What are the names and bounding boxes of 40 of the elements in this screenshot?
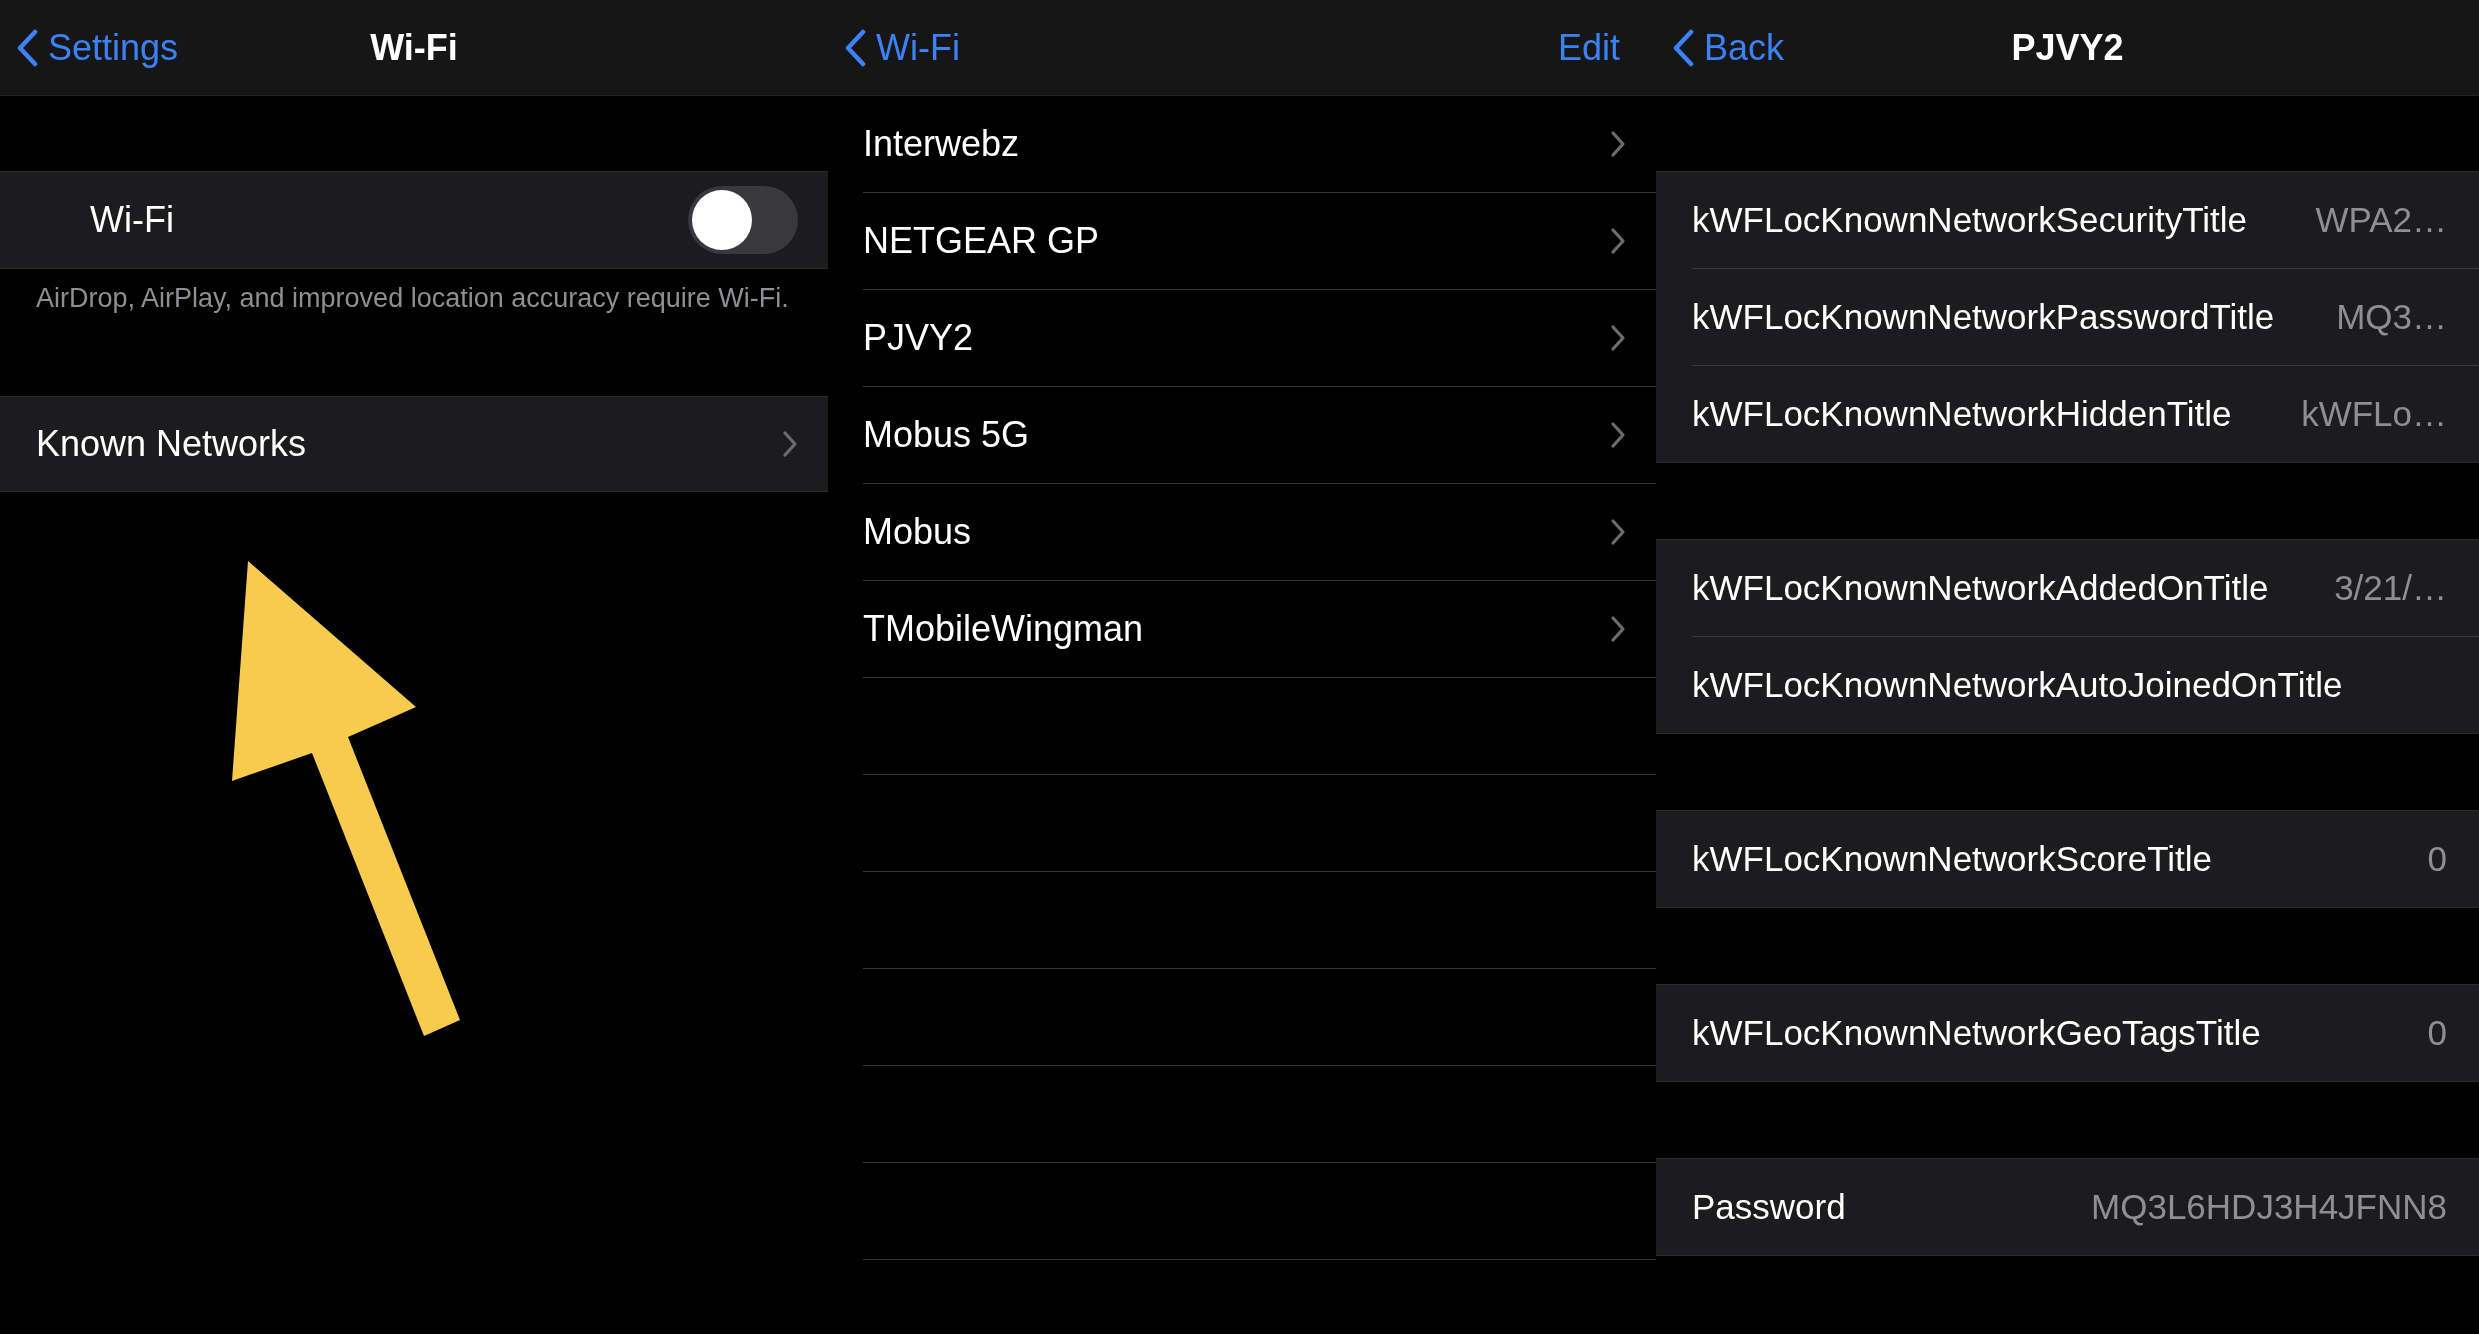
chevron-right-icon	[1610, 130, 1626, 158]
field-value: 0	[2427, 839, 2447, 879]
field-value: MQ3…	[2336, 297, 2447, 337]
field-label: kWFLocKnownNetworkGeoTagsTitle	[1692, 1013, 2261, 1053]
chevron-right-icon	[782, 430, 798, 458]
back-chevron-icon	[1672, 28, 1694, 67]
field-label: kWFLocKnownNetworkHiddenTitle	[1692, 394, 2232, 434]
field-value: MQ3L6HDJ3H4JFNN8	[2091, 1187, 2447, 1227]
network-row[interactable]: Mobus	[863, 484, 1656, 581]
field-value: kWFLo…	[2301, 394, 2447, 434]
field-label: kWFLocKnownNetworkAddedOnTitle	[1692, 568, 2269, 608]
wifi-label: Wi-Fi	[89, 199, 174, 241]
edit-button[interactable]: Edit	[1557, 26, 1640, 69]
field-label: Password	[1692, 1187, 1846, 1227]
network-row[interactable]: TMobileWingman	[863, 581, 1656, 678]
chevron-right-icon	[1610, 421, 1626, 449]
network-row[interactable]: Mobus 5G	[863, 387, 1656, 484]
field-label: kWFLocKnownNetworkScoreTitle	[1692, 839, 2212, 879]
field-label: kWFLocKnownNetworkPasswordTitle	[1692, 297, 2275, 337]
footer-note: AirDrop, AirPlay, and improved location accuracy require Wi-Fi.	[35, 282, 790, 315]
back-chevron-icon	[844, 28, 866, 67]
back-chevron-icon	[16, 28, 38, 67]
chevron-right-icon	[1610, 227, 1626, 255]
screen-title: PJVY2	[2011, 26, 2124, 69]
field-value: WPA2…	[2315, 200, 2447, 240]
field-value: 3/21/…	[2334, 568, 2447, 608]
chevron-right-icon	[1610, 324, 1626, 352]
network-row[interactable]: PJVY2	[863, 290, 1656, 387]
field-label: kWFLocKnownNetworkAutoJoinedOnTitle	[1692, 665, 2343, 705]
field-label: kWFLocKnownNetworkSecurityTitle	[1692, 200, 2247, 240]
known-networks-row[interactable]: Known Networks	[0, 396, 828, 492]
field-value: 0	[2427, 1013, 2447, 1053]
back-button[interactable]: Back	[1672, 26, 1785, 69]
chevron-right-icon	[1610, 518, 1626, 546]
back-button[interactable]: Wi-Fi	[844, 26, 960, 69]
back-button[interactable]: Settings	[16, 26, 179, 69]
network-row[interactable]: NETGEAR GP	[863, 193, 1656, 290]
chevron-right-icon	[1610, 615, 1626, 643]
screen-title: Wi-Fi	[370, 26, 458, 69]
network-row[interactable]: Interwebz	[863, 96, 1656, 193]
